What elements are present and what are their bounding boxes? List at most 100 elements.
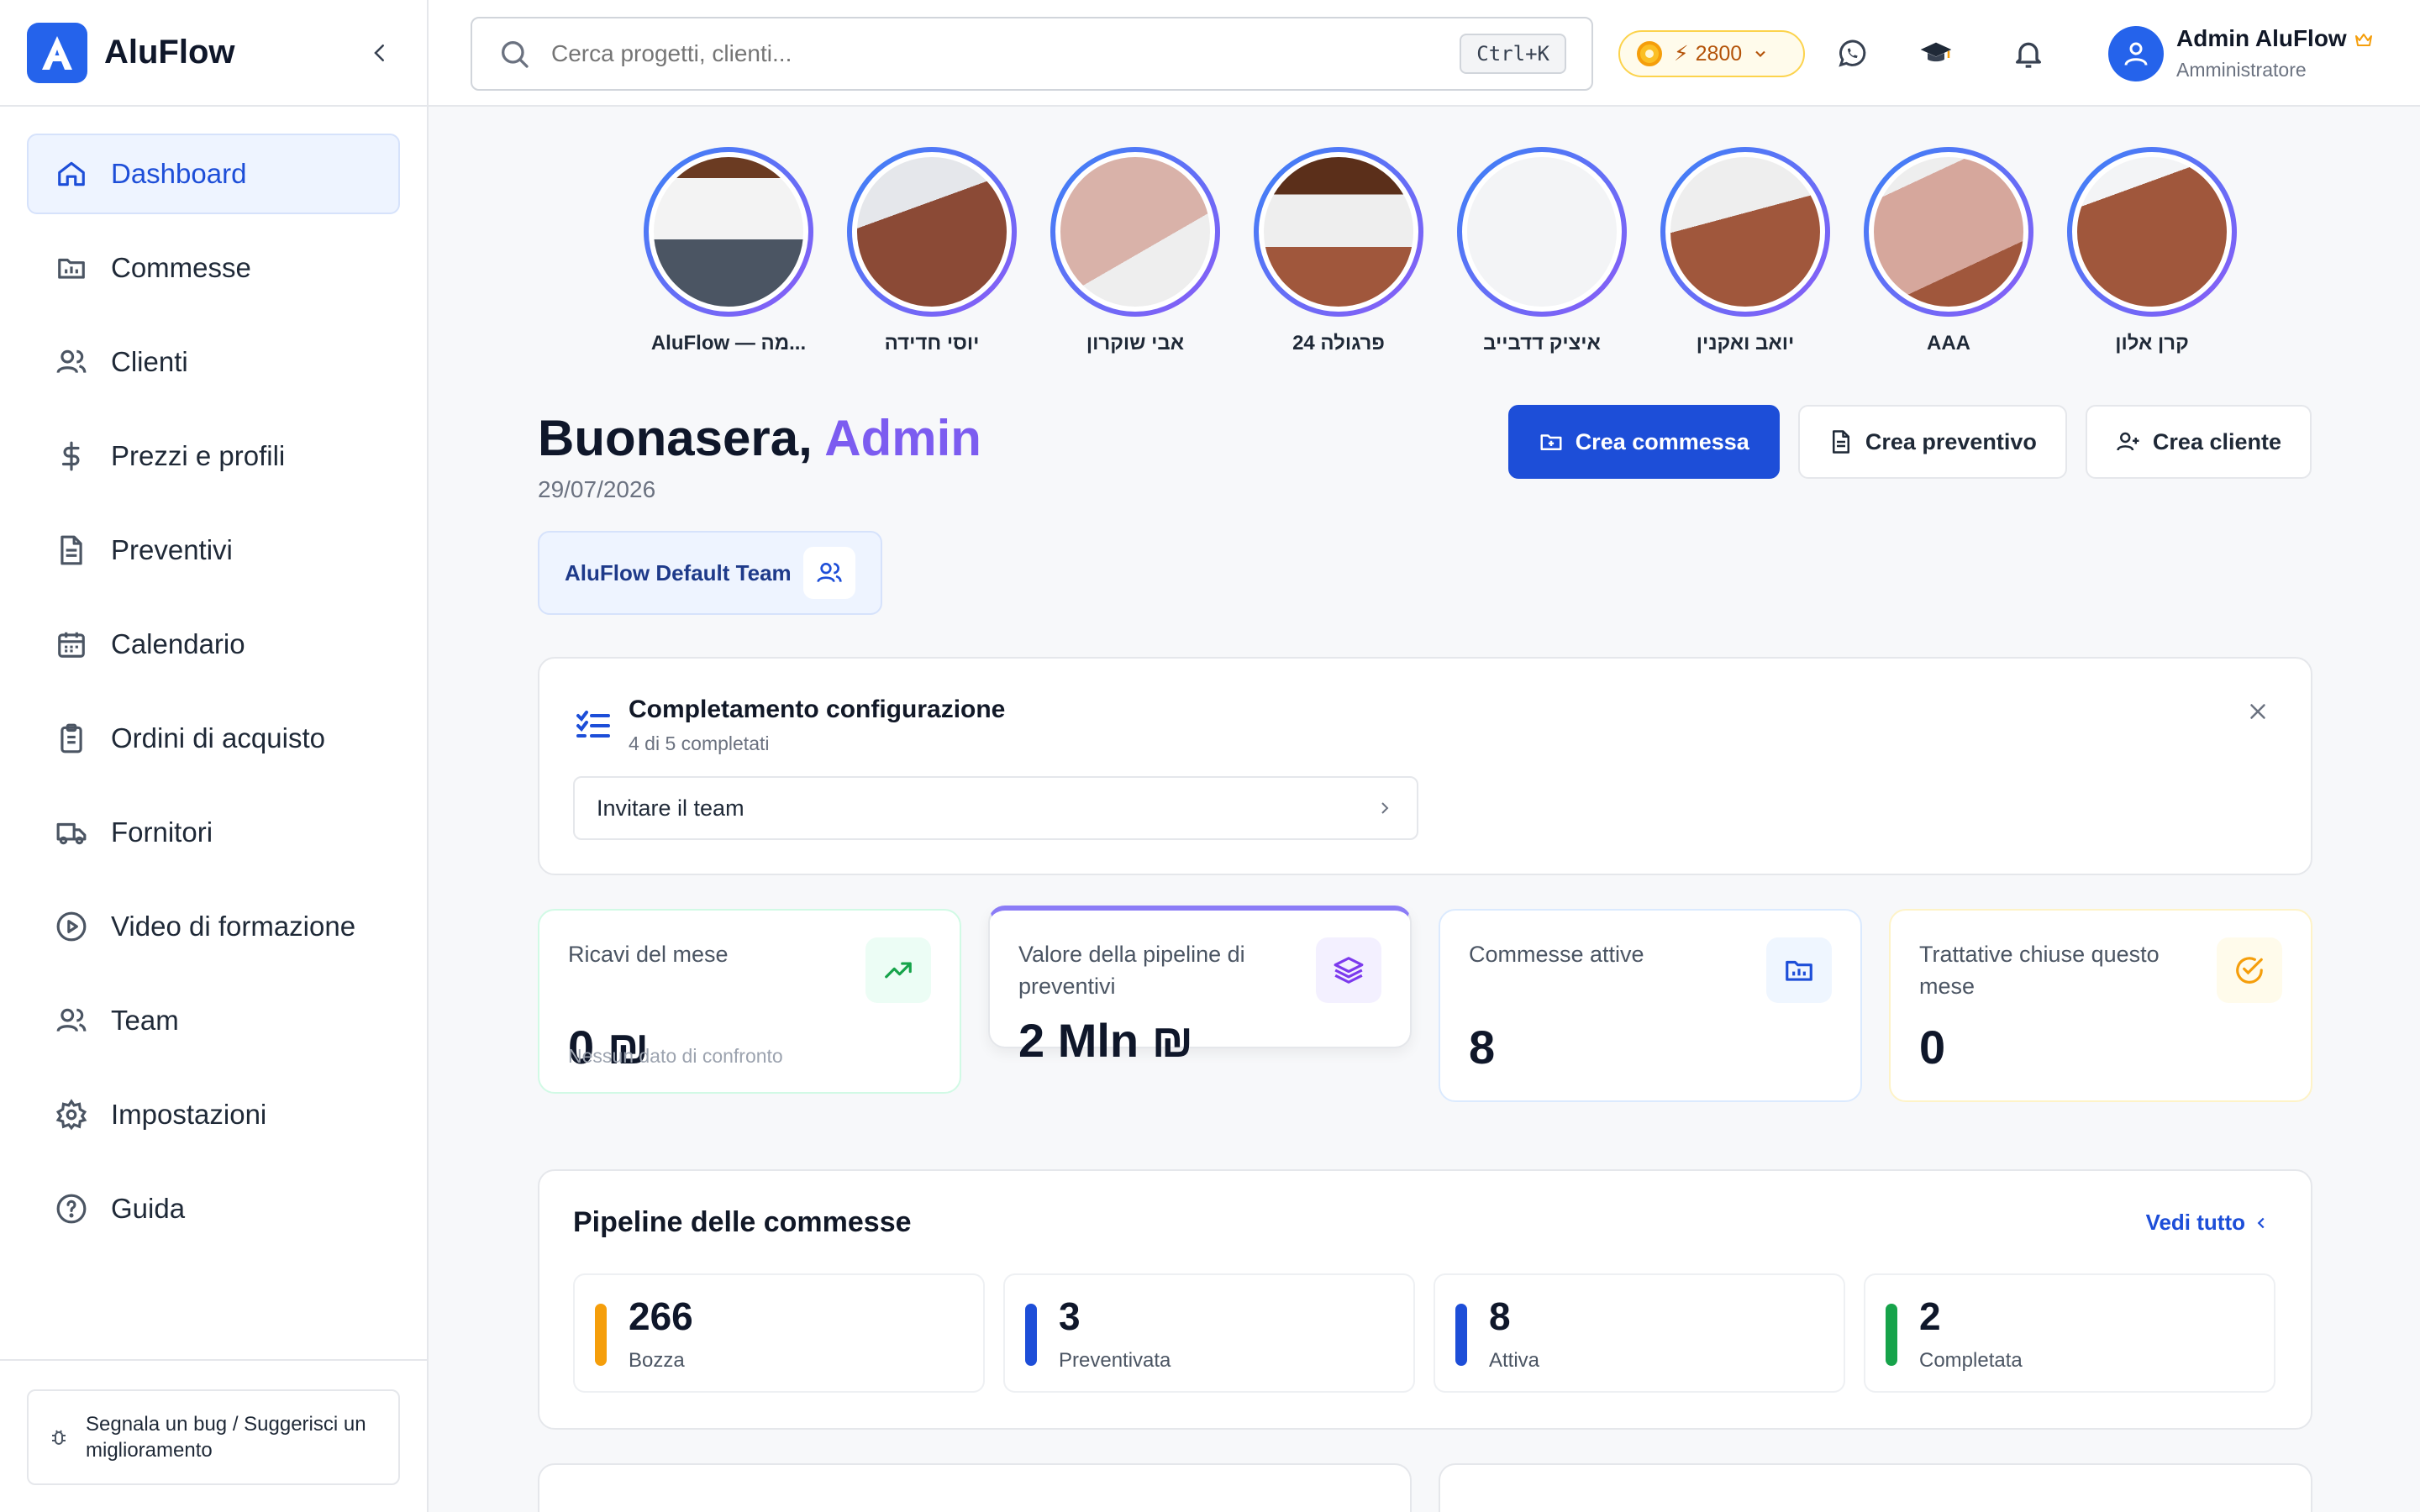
story-thumbnail bbox=[1869, 152, 2028, 312]
setup-step-label: Invitare il team bbox=[597, 795, 744, 821]
stage-color-bar bbox=[1886, 1304, 1897, 1366]
story-item[interactable]: קרן אלון bbox=[2050, 147, 2254, 355]
page-title: Buonasera, Admin bbox=[538, 409, 981, 467]
sidebar-item-label: Prezzi e profili bbox=[111, 440, 286, 471]
whatsapp-icon[interactable] bbox=[1832, 34, 1872, 74]
stat-foot: Nessun dato di confronto bbox=[568, 1045, 783, 1067]
story-item[interactable]: איציק דדבייב bbox=[1440, 147, 1644, 355]
sidebar-item-label: Preventivi bbox=[111, 534, 233, 565]
greeting-prefix: Buonasera, bbox=[538, 410, 825, 466]
folder-chart-icon bbox=[1766, 937, 1832, 1003]
stage-color-bar bbox=[1455, 1304, 1467, 1366]
stage-count: 8 bbox=[1489, 1294, 1511, 1338]
sidebar: AluFlow Dashboard Commesse Clienti Prezz… bbox=[0, 0, 429, 1512]
project-stories: AluFlow — מה... יוסי חדידה אבי שוקרון פר… bbox=[627, 147, 2254, 355]
pipeline-stage[interactable]: 3 Preventivata bbox=[1003, 1273, 1415, 1393]
sidebar-item-calendario[interactable]: Calendario bbox=[27, 604, 400, 685]
story-label: פרגולה 24 bbox=[1292, 332, 1385, 354]
story-item[interactable]: AAA bbox=[1847, 147, 2050, 355]
story-item[interactable]: AluFlow — מה... bbox=[627, 147, 830, 355]
brand: AluFlow bbox=[0, 0, 427, 107]
sidebar-item-preventivi[interactable]: Preventivi bbox=[27, 510, 400, 591]
sidebar-item-label: Impostazioni bbox=[111, 1099, 267, 1130]
sidebar-nav: Dashboard Commesse Clienti Prezzi e prof… bbox=[0, 107, 427, 1289]
search-bar[interactable]: Ctrl+K bbox=[471, 17, 1593, 91]
stage-color-bar bbox=[595, 1304, 607, 1366]
play-circle-icon bbox=[56, 911, 87, 942]
story-item[interactable]: פרגולה 24 bbox=[1237, 147, 1440, 355]
stat-value: 2 Mln ₪ bbox=[1018, 1014, 1194, 1067]
sidebar-item-team[interactable]: Team bbox=[27, 980, 400, 1061]
story-item[interactable]: אבי שוקרון bbox=[1034, 147, 1237, 355]
stat-card-pipeline-value[interactable]: Valore della pipeline di preventivi 2 Ml… bbox=[988, 906, 1412, 1067]
sidebar-item-ordini[interactable]: Ordini di acquisto bbox=[27, 698, 400, 779]
stat-label: Valore della pipeline di preventivi bbox=[1018, 942, 1245, 999]
stat-card-deals-closed[interactable]: Trattative chiuse questo mese 0 bbox=[1889, 909, 2312, 1102]
create-client-button[interactable]: Crea cliente bbox=[2085, 405, 2312, 479]
sidebar-item-guida[interactable]: Guida bbox=[27, 1168, 400, 1249]
layers-icon bbox=[1316, 937, 1381, 1003]
sidebar-item-video[interactable]: Video di formazione bbox=[27, 886, 400, 967]
current-date: 29/07/2026 bbox=[538, 476, 656, 502]
stat-card-revenue[interactable]: Ricavi del mese 0 ₪ Nessun dato di confr… bbox=[538, 909, 961, 1094]
sidebar-item-prezzi[interactable]: Prezzi e profili bbox=[27, 416, 400, 496]
stage-count: 2 bbox=[1919, 1294, 1941, 1338]
sidebar-item-commesse[interactable]: Commesse bbox=[27, 228, 400, 308]
setup-progress: 4 di 5 completati bbox=[629, 732, 770, 754]
bell-icon[interactable] bbox=[2008, 34, 2049, 74]
create-client-label: Crea cliente bbox=[2152, 428, 2281, 454]
story-thumbnail bbox=[852, 152, 1012, 312]
stat-value: 8 bbox=[1469, 1021, 1496, 1074]
search-input[interactable] bbox=[551, 40, 1460, 67]
sidebar-item-impostazioni[interactable]: Impostazioni bbox=[27, 1074, 400, 1155]
pipeline-stage[interactable]: 8 Attiva bbox=[1434, 1273, 1845, 1393]
truck-icon bbox=[56, 822, 87, 845]
search-shortcut: Ctrl+K bbox=[1460, 34, 1566, 74]
stage-count: 266 bbox=[629, 1294, 693, 1338]
invite-team-step[interactable]: Invitare il team bbox=[573, 776, 1418, 840]
story-thumbnail bbox=[1055, 152, 1215, 312]
stage-count: 3 bbox=[1059, 1294, 1081, 1338]
stat-label: Trattative chiuse questo mese bbox=[1919, 942, 2160, 999]
user-role: Amministratore bbox=[2176, 59, 2307, 81]
sidebar-item-fornitori[interactable]: Fornitori bbox=[27, 792, 400, 873]
brand-name: AluFlow bbox=[104, 34, 235, 71]
user-name-row[interactable]: Admin AluFlow bbox=[2176, 25, 2374, 52]
pipeline-stage[interactable]: 2 Completata bbox=[1864, 1273, 2275, 1393]
team-name: AluFlow Default Team bbox=[565, 559, 792, 585]
credits-badge[interactable]: ⚡ 2800 bbox=[1618, 30, 1805, 77]
collapse-sidebar-icon[interactable] bbox=[360, 33, 400, 73]
chevron-right-icon bbox=[1381, 802, 1389, 814]
stage-label: Preventivata bbox=[1059, 1349, 1171, 1372]
create-job-button[interactable]: Crea commessa bbox=[1507, 405, 1780, 479]
trending-up-icon bbox=[865, 937, 931, 1003]
story-thumbnail bbox=[649, 152, 808, 312]
sidebar-item-dashboard[interactable]: Dashboard bbox=[27, 134, 400, 214]
sidebar-item-label: Clienti bbox=[111, 346, 188, 377]
view-all-link[interactable]: Vedi tutto bbox=[2146, 1210, 2270, 1236]
aluflow-logo-icon[interactable] bbox=[27, 22, 87, 83]
create-quote-label: Crea preventivo bbox=[1865, 428, 2037, 454]
story-item[interactable]: יוסי חדידה bbox=[830, 147, 1034, 355]
calendar-icon bbox=[58, 632, 85, 658]
checklist-icon bbox=[573, 706, 613, 750]
file-icon bbox=[1832, 430, 1849, 454]
check-circle-icon bbox=[2217, 937, 2282, 1003]
pipeline-stage[interactable]: 266 Bozza bbox=[573, 1273, 985, 1393]
bolt-icon: ⚡ bbox=[1674, 42, 1689, 66]
sidebar-item-label: Video di formazione bbox=[111, 911, 356, 942]
bug-report-button[interactable]: Segnala un bug / Suggerisci un miglioram… bbox=[27, 1389, 400, 1485]
sidebar-item-clienti[interactable]: Clienti bbox=[27, 322, 400, 402]
setup-title: Completamento configurazione bbox=[629, 696, 1006, 723]
stat-value: 0 bbox=[1919, 1021, 1946, 1074]
story-item[interactable]: יואב ואקנין bbox=[1644, 147, 1847, 355]
stat-card-active-jobs[interactable]: Commesse attive 8 bbox=[1439, 909, 1862, 1102]
home-icon bbox=[58, 161, 85, 186]
team-selector[interactable]: AluFlow Default Team bbox=[538, 531, 882, 615]
create-quote-button[interactable]: Crea preventivo bbox=[1797, 405, 2067, 479]
dashboard-main: AluFlow — מה... יוסי חדידה אבי שוקרון פר… bbox=[429, 107, 2420, 1512]
graduation-cap-icon[interactable] bbox=[1916, 34, 1956, 74]
close-icon[interactable] bbox=[2245, 699, 2270, 728]
avatar[interactable] bbox=[2108, 26, 2164, 81]
user-plus-icon bbox=[2117, 432, 2139, 451]
